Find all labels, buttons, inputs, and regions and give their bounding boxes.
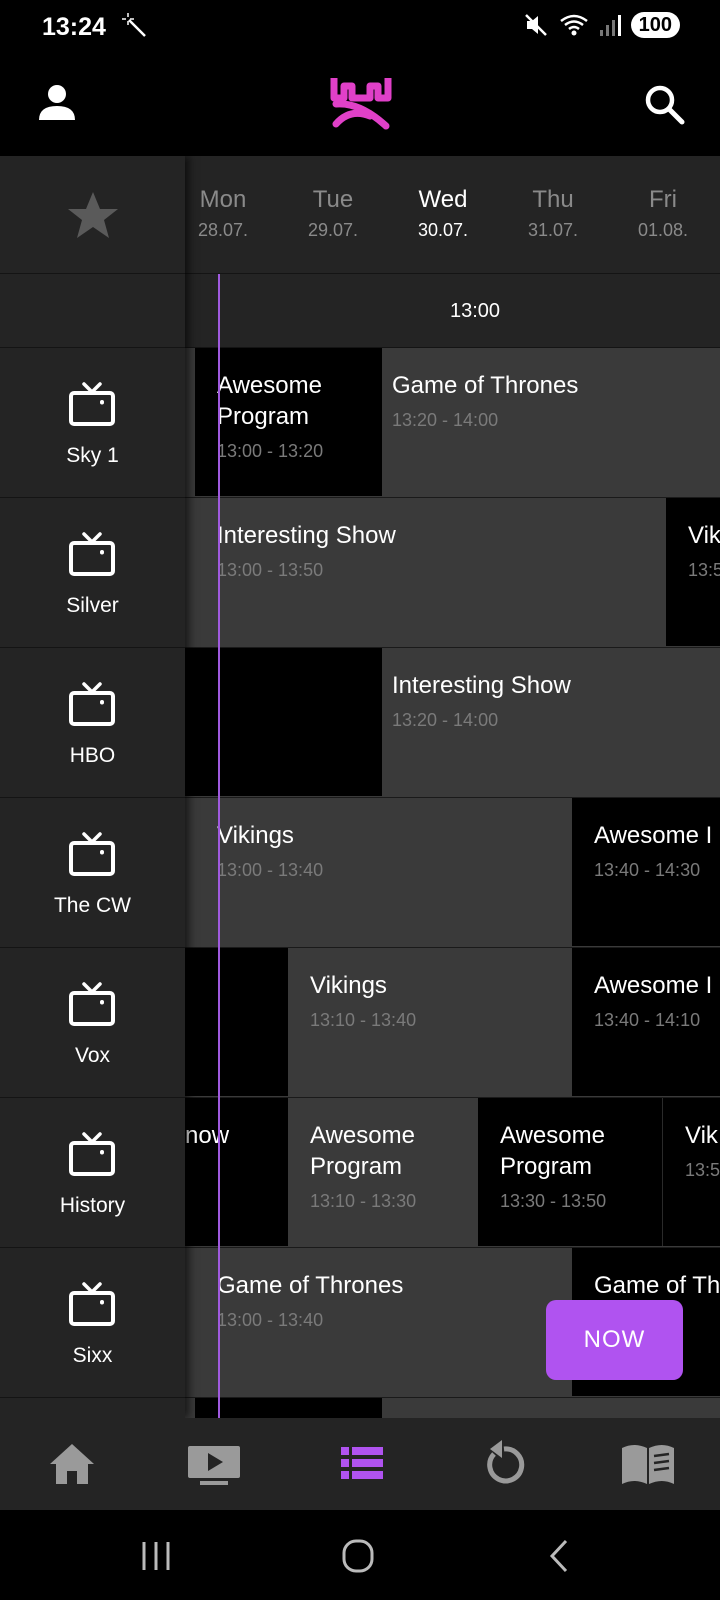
program-row: Vikings 13:10 - 13:40 Awesome I 13:40 - … <box>185 948 720 1098</box>
channel-row-history[interactable]: History <box>0 1098 185 1248</box>
program-cell[interactable]: Awesome I 13:40 - 14:10 <box>572 948 720 1096</box>
tv-icon <box>69 832 115 876</box>
program-cell[interactable]: now <box>185 1098 288 1246</box>
app-logo[interactable] <box>330 74 392 132</box>
channel-row-vox[interactable]: Vox <box>0 948 185 1098</box>
program-row <box>185 1398 720 1418</box>
program-cell[interactable]: Interesting Show 13:20 - 14:00 <box>382 648 720 796</box>
day-tab-fri[interactable]: Fri 01.08. <box>623 186 703 241</box>
program-cell[interactable]: Vikings 13:00 - 13:40 <box>195 798 572 946</box>
channel-name: The CW <box>53 894 131 917</box>
channel-name: Sky 1 <box>66 444 119 467</box>
channel-name: Vox <box>74 1044 111 1067</box>
program-cell[interactable]: Awesome Program 13:10 - 13:30 <box>288 1098 478 1246</box>
day-tab-thu[interactable]: Thu 31.07. <box>513 186 593 241</box>
program-cell[interactable]: Vikings 13:10 - 13:40 <box>288 948 572 1096</box>
channel-row-the-cw[interactable]: The CW <box>0 798 185 948</box>
tv-icon <box>69 532 115 576</box>
tv-guide: Sky 1 Silver HBO The CW Vox History Sixx <box>0 156 720 1418</box>
program-cell[interactable]: Awesome Program 13:00 - 13:20 <box>195 348 382 496</box>
program-cell[interactable]: Game of Thrones 13:20 - 14:00 <box>382 348 720 496</box>
signal-icon <box>599 15 621 36</box>
tv-icon <box>69 382 115 426</box>
program-row: Vikings 13:00 - 13:40 Awesome I 13:40 - … <box>185 798 720 948</box>
program-row: Awesome Program 13:00 - 13:20 Game of Th… <box>185 348 720 498</box>
status-icons: 100 <box>523 12 680 38</box>
channel-row-hbo[interactable]: HBO <box>0 648 185 798</box>
search-icon[interactable] <box>642 82 686 126</box>
tv-icon <box>69 1132 115 1176</box>
channel-row-silver[interactable]: Silver <box>0 498 185 648</box>
time-marker: 13:00 <box>450 300 501 322</box>
status-time: 13:24 <box>42 13 106 41</box>
status-bar: 13:24 100 <box>0 0 720 52</box>
program-row: Interesting Show 13:00 - 13:50 Vik 13:5 <box>185 498 720 648</box>
star-icon[interactable] <box>66 190 120 240</box>
tv-play-icon[interactable] <box>186 1438 242 1490</box>
program-cell[interactable]: Awesome Program 13:30 - 13:50 <box>478 1098 662 1246</box>
program-cell[interactable] <box>185 948 288 1096</box>
program-cell[interactable] <box>195 1398 382 1418</box>
battery-indicator: 100 <box>630 12 680 38</box>
home-button-icon[interactable] <box>338 1538 378 1574</box>
current-time-indicator <box>218 274 220 1418</box>
system-navigation <box>0 1510 720 1600</box>
recent-apps-icon[interactable] <box>136 1538 176 1574</box>
now-button[interactable]: NOW <box>546 1300 683 1380</box>
replay-icon[interactable] <box>478 1438 530 1490</box>
program-cell[interactable]: Interesting Show 13:00 - 13:50 <box>195 498 650 646</box>
wifi-icon <box>559 14 588 36</box>
channel-row-sixx[interactable]: Sixx <box>0 1248 185 1398</box>
channel-name: HBO <box>69 744 116 767</box>
program-cell[interactable]: Vik 13:5 <box>666 498 720 646</box>
program-cell[interactable]: Vik 13:5 <box>662 1098 720 1246</box>
tv-icon <box>69 682 115 726</box>
back-icon[interactable] <box>540 1538 580 1574</box>
program-cell[interactable]: Game of Thrones 13:00 - 13:40 <box>195 1248 572 1396</box>
day-tab-wed[interactable]: Wed 30.07. <box>403 186 483 241</box>
channel-name: History <box>59 1194 126 1217</box>
channel-row-sky-1[interactable]: Sky 1 <box>0 348 185 498</box>
tv-icon <box>69 982 115 1026</box>
channel-name: Sixx <box>72 1344 113 1367</box>
profile-icon[interactable] <box>36 82 78 124</box>
day-selector: Mon 28.07. Tue 29.07. Wed 30.07. Thu 31.… <box>185 156 720 274</box>
day-tab-mon[interactable]: Mon 28.07. <box>183 186 263 241</box>
channel-column: Sky 1 Silver HBO The CW Vox History Sixx <box>0 156 185 1418</box>
program-row: now Awesome Program 13:10 - 13:30 Awesom… <box>185 1098 720 1248</box>
time-ruler: 13:00 <box>185 274 720 348</box>
book-icon[interactable] <box>620 1438 676 1490</box>
time-header-spacer <box>0 274 185 348</box>
program-grid: Awesome Program 13:00 - 13:20 Game of Th… <box>185 348 720 1418</box>
tv-icon <box>69 1282 115 1326</box>
magic-wand-icon <box>122 13 146 37</box>
channel-name: Silver <box>66 594 119 617</box>
mute-icon <box>524 14 547 36</box>
home-icon[interactable] <box>46 1438 98 1490</box>
program-cell[interactable] <box>185 648 382 796</box>
program-cell[interactable]: Awesome I 13:40 - 14:30 <box>572 798 720 946</box>
guide-list-icon[interactable] <box>336 1438 388 1490</box>
bottom-navigation <box>0 1418 720 1510</box>
day-tab-tue[interactable]: Tue 29.07. <box>293 186 373 241</box>
program-row: Interesting Show 13:20 - 14:00 <box>185 648 720 798</box>
channel-row-partial <box>0 1398 185 1418</box>
app-bar <box>0 52 720 156</box>
favorites-filter[interactable] <box>0 156 185 274</box>
